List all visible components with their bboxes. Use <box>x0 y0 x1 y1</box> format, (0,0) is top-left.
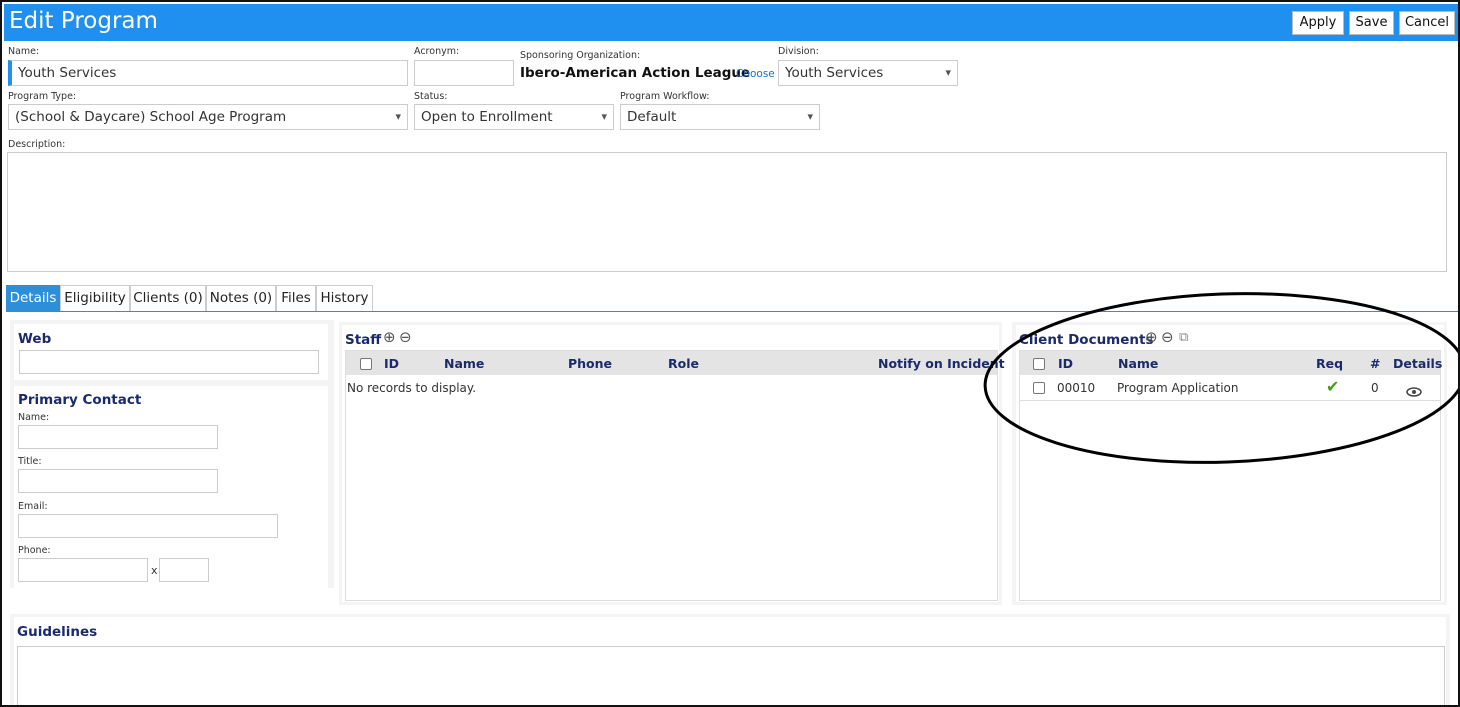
contact-title-input[interactable] <box>18 469 218 493</box>
phone-ext-label: x <box>151 564 158 577</box>
save-button[interactable]: Save <box>1349 11 1394 35</box>
staff-col-name[interactable]: Name <box>444 356 484 371</box>
contact-title-label: Title: <box>18 456 42 467</box>
staff-heading: Staff <box>345 332 382 348</box>
contact-email-input[interactable] <box>18 514 278 538</box>
division-label: Division: <box>778 46 819 57</box>
workflow-select[interactable]: Default <box>620 104 820 130</box>
web-heading: Web <box>18 331 52 347</box>
tab-history[interactable]: History <box>316 285 373 312</box>
staff-col-phone[interactable]: Phone <box>568 356 612 371</box>
annotation-ellipse <box>983 292 1458 464</box>
contact-name-label: Name: <box>18 412 50 423</box>
tab-files[interactable]: Files <box>276 285 316 312</box>
web-input[interactable] <box>19 350 319 374</box>
guidelines-textarea[interactable] <box>17 646 1445 705</box>
program-type-label: Program Type: <box>8 91 77 102</box>
primary-contact-section: Primary Contact Name: Title: Email: Phon… <box>14 386 328 588</box>
sponsor-label: Sponsoring Organization: <box>520 50 641 61</box>
staff-col-role[interactable]: Role <box>668 356 699 371</box>
page-title: Edit Program <box>9 8 158 34</box>
contact-name-input[interactable] <box>18 425 218 449</box>
tab-notes[interactable]: Notes (0) <box>206 285 276 312</box>
sponsor-value: Ibero-American Action League <box>520 65 751 81</box>
acronym-input[interactable] <box>414 60 514 86</box>
acronym-label: Acronym: <box>414 46 460 57</box>
guidelines-section: Guidelines <box>14 617 1446 705</box>
plus-circle-icon[interactable]: ⊕ <box>383 330 396 345</box>
choose-sponsor-link[interactable]: Choose <box>736 68 775 80</box>
description-label: Description: <box>8 139 66 150</box>
division-select[interactable]: Youth Services <box>778 60 958 86</box>
name-label: Name: <box>8 46 40 57</box>
workflow-label: Program Workflow: <box>620 91 710 102</box>
tab-clients[interactable]: Clients (0) <box>130 285 206 312</box>
staff-col-id[interactable]: ID <box>384 356 399 371</box>
tab-eligibility[interactable]: Eligibility <box>60 285 130 312</box>
staff-grid: ID Name Phone Role Notify on Incident No… <box>345 350 1005 601</box>
program-type-select[interactable]: (School & Daycare) School Age Program <box>8 104 408 130</box>
contact-phone-label: Phone: <box>18 545 51 556</box>
title-bar: Edit Program Apply Save Cancel <box>4 4 1458 41</box>
status-select[interactable]: Open to Enrollment <box>414 104 614 130</box>
status-label: Status: <box>414 91 448 102</box>
window-frame: Edit Program Apply Save Cancel Name: You… <box>0 0 1460 707</box>
minus-circle-icon[interactable]: ⊖ <box>399 330 412 345</box>
staff-select-all-checkbox[interactable] <box>360 358 372 370</box>
contact-phone-input[interactable] <box>18 558 148 582</box>
staff-section: Staff ⊕ ⊖ ID Name Phone Role Notify on I… <box>342 325 1005 602</box>
contact-email-label: Email: <box>18 501 48 512</box>
staff-grid-header: ID Name Phone Role Notify on Incident <box>346 351 1005 375</box>
tab-details[interactable]: Details <box>6 285 60 312</box>
primary-contact-heading: Primary Contact <box>18 392 142 408</box>
web-section: Web <box>14 324 328 380</box>
description-textarea[interactable] <box>7 152 1447 272</box>
contact-phone-ext-input[interactable] <box>159 558 209 582</box>
apply-button[interactable]: Apply <box>1292 11 1344 35</box>
staff-empty-message: No records to display. <box>347 381 477 395</box>
cancel-button[interactable]: Cancel <box>1399 11 1455 35</box>
name-input[interactable]: Youth Services <box>8 60 408 86</box>
guidelines-heading: Guidelines <box>17 624 98 640</box>
